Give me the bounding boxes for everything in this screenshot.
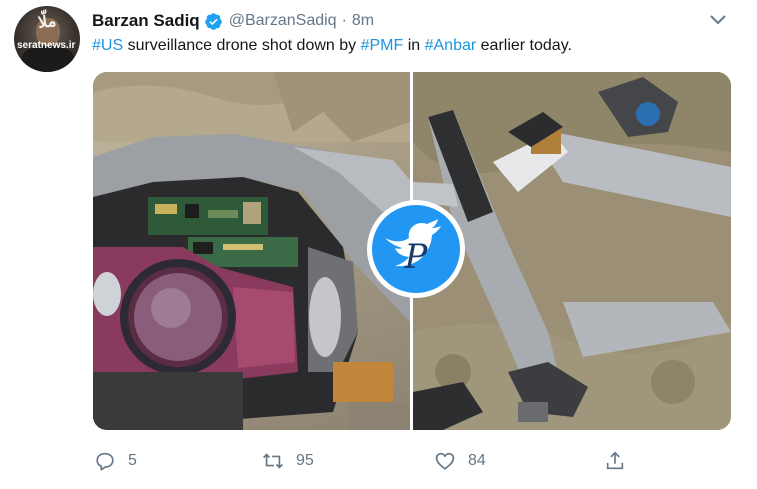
like-count: 84 xyxy=(468,452,486,469)
bird-watermark-logo: P xyxy=(367,200,465,298)
hashtag-us[interactable]: #US xyxy=(92,37,123,54)
separator-dot: · xyxy=(341,12,347,29)
reply-count: 5 xyxy=(128,452,137,469)
author-handle[interactable]: @BarzanSadiq xyxy=(229,12,337,30)
retweet-button[interactable]: 95 xyxy=(262,446,314,476)
hashtag-anbar[interactable]: #Anbar xyxy=(425,37,477,54)
reply-button[interactable]: 5 xyxy=(94,446,137,476)
avatar[interactable]: ملّا seratnews.ir xyxy=(14,6,80,72)
share-icon xyxy=(606,451,624,470)
share-button[interactable] xyxy=(604,446,626,476)
tweet-card[interactable]: ملّا seratnews.ir Barzan Sadiq @BarzanSa… xyxy=(0,0,757,489)
tweet-text-part: in xyxy=(403,37,425,54)
watermark-letter: P xyxy=(404,237,429,277)
tweet-text: #US surveillance drone shot down by #PMF… xyxy=(92,37,572,55)
avatar-watermark-site: seratnews.ir xyxy=(17,40,76,51)
heart-icon xyxy=(435,452,455,470)
drone-wreckage-camera-photo[interactable] xyxy=(93,72,410,430)
like-button[interactable]: 84 xyxy=(434,446,486,476)
avatar-watermark-logo: ملّا xyxy=(37,11,58,32)
chevron-down-icon[interactable] xyxy=(708,12,728,28)
verified-badge-icon xyxy=(204,12,222,30)
hashtag-pmf[interactable]: #PMF xyxy=(361,37,404,54)
tweet-text-part: surveillance drone shot down by xyxy=(123,37,361,54)
author-name[interactable]: Barzan Sadiq xyxy=(92,11,200,31)
reply-icon xyxy=(96,452,114,471)
retweet-count: 95 xyxy=(296,452,314,469)
tweet-text-part: earlier today. xyxy=(476,37,572,54)
tweet-timestamp[interactable]: 8m xyxy=(352,12,374,30)
tweet-actions: 5 95 84 xyxy=(92,446,642,476)
retweet-icon xyxy=(263,453,283,469)
drone-camera-illustration xyxy=(93,72,410,430)
tweet-header: Barzan Sadiq @BarzanSadiq · 8m xyxy=(92,10,374,32)
